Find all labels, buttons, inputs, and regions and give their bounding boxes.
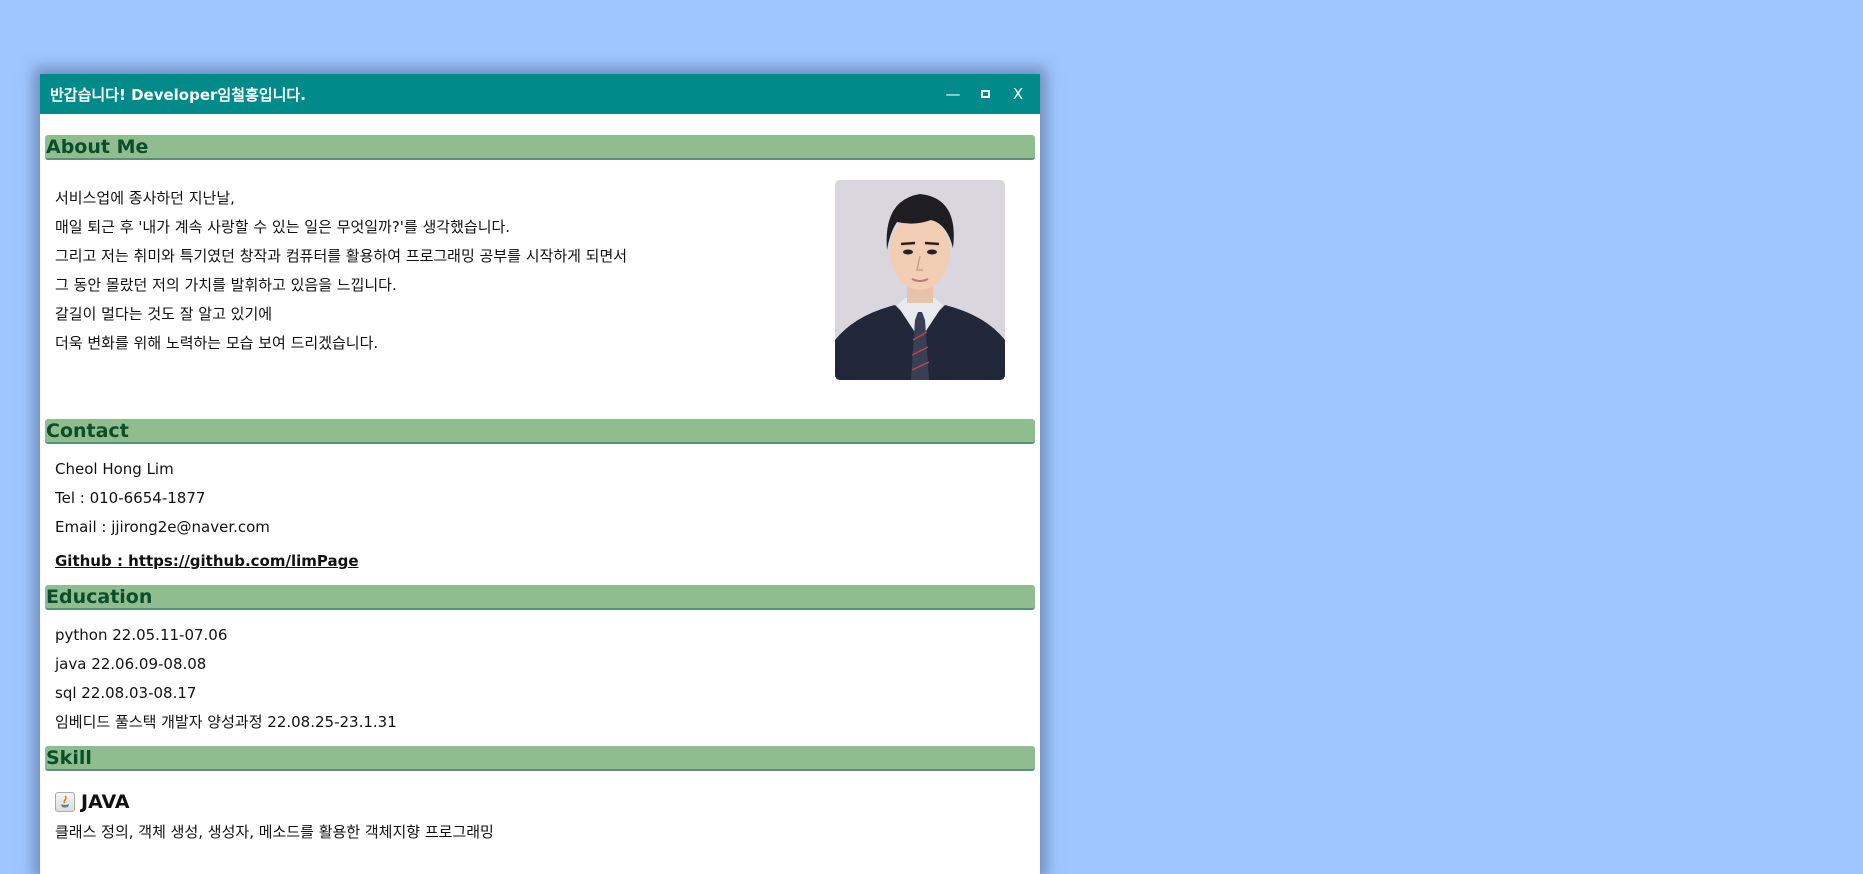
- contact-email: Email : jjirong2e@naver.com: [55, 518, 270, 536]
- education-item: sql 22.08.03-08.17: [55, 684, 197, 702]
- java-skill-header: JAVA: [45, 786, 1035, 818]
- contact-section: Cheol Hong Lim Tel : 010-6654-1877 Email…: [45, 444, 1035, 576]
- contact-tel: Tel : 010-6654-1877: [55, 489, 206, 507]
- contact-heading: Contact: [45, 419, 1035, 444]
- contact-name: Cheol Hong Lim: [55, 460, 174, 478]
- resume-content: About Me 서비스업에 종사하던 지난날, 매일 퇴근 후 '내가 계속 …: [40, 135, 1040, 847]
- education-item: python 22.05.11-07.06: [55, 626, 228, 644]
- java-skill-line: 클래스 정의, 객체 생성, 생성자, 메소드를 활용한 객체지향 프로그래밍: [55, 823, 494, 841]
- skill-section: JAVA 클래스 정의, 객체 생성, 생성자, 메소드를 활용한 객체지향 프…: [45, 771, 1035, 847]
- window-controls: — X: [945, 86, 1030, 102]
- github-link[interactable]: Github : https://github.com/limPage: [45, 542, 1035, 576]
- close-button[interactable]: X: [1010, 86, 1026, 102]
- about-heading: About Me: [45, 135, 1035, 160]
- about-section: 서비스업에 종사하던 지난날, 매일 퇴근 후 '내가 계속 사랑할 수 있는 …: [45, 160, 1035, 410]
- java-skill-title: JAVA: [81, 791, 130, 813]
- java-icon: [55, 792, 75, 812]
- skill-heading: Skill: [45, 746, 1035, 771]
- app-window: 반갑습니다! Developer임철홍입니다. — X About Me 서비스…: [40, 74, 1040, 874]
- education-heading: Education: [45, 585, 1035, 610]
- title-bar[interactable]: 반갑습니다! Developer임철홍입니다. — X: [40, 74, 1040, 114]
- minimize-button[interactable]: —: [945, 86, 961, 102]
- education-section: python 22.05.11-07.06 java 22.06.09-08.0…: [45, 610, 1035, 737]
- education-item: 임베디드 풀스택 개발자 양성과정 22.08.25-23.1.31: [55, 713, 397, 731]
- window-title: 반갑습니다! Developer임철홍입니다.: [50, 85, 306, 104]
- education-item: java 22.06.09-08.08: [55, 655, 207, 673]
- profile-photo: [835, 180, 1005, 380]
- maximize-button[interactable]: [981, 90, 990, 98]
